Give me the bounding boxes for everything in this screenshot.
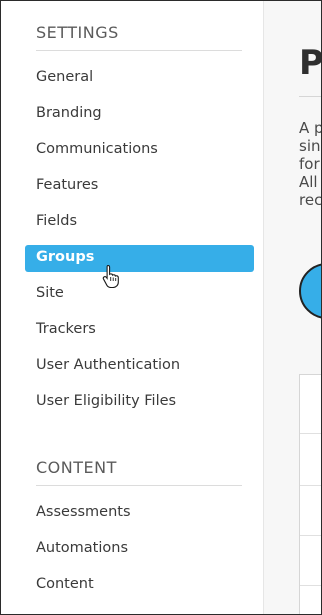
sidebar-item-label: User Authentication [36,357,181,373]
table-row-divider [300,585,321,586]
sidebar-item-features[interactable]: Features [25,173,254,200]
table-row-divider [300,433,321,434]
sidebar-item-label: Assessments [36,504,131,520]
sidebar-item-branding[interactable]: Branding [25,101,254,128]
sidebar-item-label: Features [36,177,99,193]
sidebar-item-label: Site [36,285,64,301]
sidebar-item-assessments[interactable]: Assessments [25,500,254,527]
sidebar-item-groups[interactable]: Groups [25,245,254,272]
sidebar-item-automations[interactable]: Automations [25,536,254,563]
data-table [299,374,321,614]
hand-pointer-icon [102,264,119,288]
sidebar-item-label: General [36,69,94,85]
sidebar-item-label: Fields [36,213,78,229]
sidebar-item-communications[interactable]: Communications [25,137,254,164]
page-description: A p sin for All rec [299,119,322,209]
sidebar-item-label: Content [36,576,94,592]
divider [299,96,321,97]
sidebar-item-user-eligibility-files[interactable]: User Eligibility Files [25,389,254,416]
sidebar-item-content[interactable]: Content [25,572,254,599]
divider [36,485,242,486]
sidebar-item-label: User Eligibility Files [36,393,177,409]
sidebar-item-user-authentication[interactable]: User Authentication [25,353,254,380]
sidebar-item-fields[interactable]: Fields [25,209,254,236]
table-row-divider [300,535,321,536]
sidebar-item-label: Groups [36,249,95,265]
app-window: SETTINGS General Branding Communications… [0,0,322,615]
section-title-content: CONTENT [36,458,117,477]
sidebar-item-label: Branding [36,105,102,121]
page-title: P [299,43,322,83]
table-row-divider [300,485,321,486]
sidebar-item-label: Trackers [36,321,96,337]
sidebar-item-trackers[interactable]: Trackers [25,317,254,344]
sidebar-item-label: Automations [36,540,129,556]
divider [36,50,242,51]
sidebar-item-site[interactable]: Site [25,281,254,308]
section-title-settings: SETTINGS [36,23,119,42]
settings-sidebar: SETTINGS General Branding Communications… [1,1,264,614]
sidebar-item-general[interactable]: General [25,65,254,92]
sidebar-item-label: Communications [36,141,158,157]
